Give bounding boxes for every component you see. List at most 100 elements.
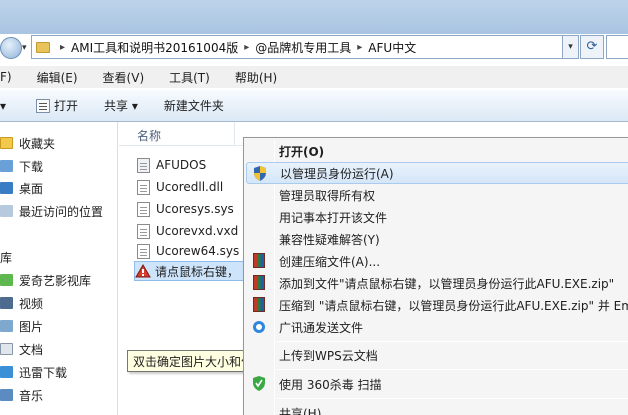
nav-item-documents[interactable]: 文档 <box>0 340 43 358</box>
breadcrumb-chevron-icon[interactable]: ▸ <box>60 42 65 53</box>
address-bar[interactable]: ▸ AMI工具和说明书20161004版 ▸ @品牌机专用工具 ▸ AFU中文 <box>31 35 563 59</box>
menu-item-run-as-admin[interactable]: 以管理员身份运行(A) <box>246 162 628 184</box>
nav-item-downloads[interactable]: 下载 <box>0 157 43 175</box>
breadcrumb-item[interactable]: @品牌机专用工具 <box>255 39 351 56</box>
context-menu: 打开(O) 以管理员身份运行(A) 管理员取得所有权 用记事本打开该文件 兼容性… <box>243 137 628 415</box>
menu-item-take-ownership[interactable]: 管理员取得所有权 <box>246 184 628 206</box>
recent-places-icon <box>0 205 13 217</box>
menu-item-label: 用记事本打开该文件 <box>279 210 388 225</box>
nav-library-header[interactable]: 库 <box>0 248 12 266</box>
column-divider[interactable] <box>234 122 235 146</box>
file-name: Ucorew64.sys <box>156 244 240 258</box>
documents-icon <box>0 343 13 355</box>
menu-item-send-file[interactable]: 广讯通发送文件 <box>246 316 628 338</box>
nav-item-recent[interactable]: 最近访问的位置 <box>0 202 103 220</box>
menu-bar: F) 编辑(E) 查看(V) 工具(T) 帮助(H) <box>0 66 628 88</box>
menu-view[interactable]: 查看(V) <box>103 69 145 86</box>
file-row-selected[interactable]: 请点鼠标右键， <box>134 261 245 281</box>
music-icon <box>0 389 13 401</box>
nav-label: 图片 <box>19 319 44 334</box>
nav-label: 文档 <box>19 342 44 357</box>
menu-item-compress-email[interactable]: 压缩到 "请点鼠标右键，以管理员身份运行此AFU.EXE.zip" 并 Ema <box>246 294 628 316</box>
breadcrumb-chevron-icon[interactable]: ▸ <box>357 42 362 53</box>
file-row[interactable]: Ucorew64.sys <box>137 241 239 261</box>
document-icon <box>137 223 150 239</box>
menu-item-create-archive[interactable]: 创建压缩文件(A)... <box>246 250 628 272</box>
menu-item-label: 使用 360杀毒 扫描 <box>279 377 382 392</box>
menu-item-label: 压缩到 "请点鼠标右键，以管理员身份运行此AFU.EXE.zip" 并 Ema <box>279 298 628 313</box>
nav-item-xunlei[interactable]: 迅雷下载 <box>0 363 67 381</box>
file-row[interactable]: Ucorevxd.vxd <box>137 221 238 241</box>
menu-help[interactable]: 帮助(H) <box>235 69 277 86</box>
nav-item-videos[interactable]: 视频 <box>0 294 43 312</box>
history-dropdown-icon[interactable]: ▾ <box>22 43 27 53</box>
menu-item-label: 广讯通发送文件 <box>279 320 364 335</box>
video-icon <box>0 297 13 309</box>
winrar-icon <box>253 297 265 312</box>
nav-label: 最近访问的位置 <box>19 204 104 219</box>
xunlei-download-icon <box>0 366 13 378</box>
nav-item-pictures[interactable]: 图片 <box>0 317 43 335</box>
iqiyi-library-icon <box>0 274 13 286</box>
menu-item-add-to-zip[interactable]: 添加到文件"请点鼠标右键，以管理员身份运行此AFU.EXE.zip" <box>246 272 628 294</box>
nav-label: 收藏夹 <box>19 136 56 151</box>
nav-item-iqiyi[interactable]: 爱奇艺影视库 <box>0 271 91 289</box>
breadcrumb-chevron-icon[interactable]: ▸ <box>244 42 249 53</box>
nav-item-desktop[interactable]: 桌面 <box>0 179 43 197</box>
document-icon <box>36 98 51 113</box>
pictures-icon <box>0 320 13 332</box>
menu-item-360-scan[interactable]: 使用 360杀毒 扫描 <box>246 373 628 395</box>
exe-icon <box>137 157 150 173</box>
desktop-icon <box>0 182 13 194</box>
nav-label: 音乐 <box>19 388 44 403</box>
command-bar: ▾ 打开 共享 ▾ 新建文件夹 <box>0 90 628 122</box>
file-name: Ucoredll.dll <box>156 180 224 194</box>
nav-favorites-header[interactable]: 收藏夹 <box>0 134 55 152</box>
file-row[interactable]: AFUDOS <box>137 155 206 175</box>
menu-item-wps-upload[interactable]: 上传到WPS云文档 <box>246 344 628 366</box>
refresh-icon[interactable]: ⟳ <box>580 35 604 59</box>
antivirus-shield-icon <box>253 376 265 391</box>
menu-item-label: 创建压缩文件(A)... <box>279 254 381 269</box>
organize-button[interactable]: ▾ <box>0 99 6 113</box>
address-dropdown-icon[interactable]: ▾ <box>563 35 579 59</box>
file-name: AFUDOS <box>156 158 207 172</box>
winrar-icon <box>253 253 265 268</box>
nav-label: 迅雷下载 <box>19 365 68 380</box>
file-row[interactable]: Ucoresys.sys <box>137 199 234 219</box>
share-button[interactable]: 共享 ▾ <box>104 97 138 114</box>
menu-edit[interactable]: 编辑(E) <box>37 69 78 86</box>
nav-label: 库 <box>0 250 13 265</box>
menu-item-share[interactable]: 共享(H) <box>246 402 628 415</box>
menu-item-label: 管理员取得所有权 <box>279 188 376 203</box>
menu-item-label: 添加到文件"请点鼠标右键，以管理员身份运行此AFU.EXE.zip" <box>279 276 615 291</box>
file-row[interactable]: Ucoredll.dll <box>137 177 223 197</box>
menu-tools[interactable]: 工具(T) <box>169 69 210 86</box>
navigation-pane: 收藏夹 下载 桌面 最近访问的位置 库 爱奇艺影视库 视频 图片 文档 迅雷下载… <box>0 122 118 415</box>
menu-separator <box>277 398 628 399</box>
share-label: 共享 ▾ <box>104 99 138 113</box>
uac-shield-icon <box>254 166 266 181</box>
menu-item-troubleshoot[interactable]: 兼容性疑难解答(Y) <box>246 228 628 250</box>
menu-separator <box>277 341 628 342</box>
document-icon <box>137 179 150 195</box>
winrar-icon <box>253 275 265 290</box>
menu-file[interactable]: F) <box>0 70 12 84</box>
nav-item-music[interactable]: 音乐 <box>0 386 43 404</box>
nav-label: 视频 <box>19 296 44 311</box>
window-title-bar <box>0 0 628 34</box>
menu-item-open-notepad[interactable]: 用记事本打开该文件 <box>246 206 628 228</box>
organize-chevron: ▾ <box>0 98 7 113</box>
breadcrumb-item[interactable]: AFU中文 <box>368 39 416 56</box>
back-button[interactable] <box>0 37 22 59</box>
new-folder-button[interactable]: 新建文件夹 <box>164 97 224 114</box>
open-button[interactable]: 打开 <box>36 97 78 114</box>
menu-item-open[interactable]: 打开(O) <box>246 140 628 162</box>
search-input[interactable] <box>606 35 628 59</box>
breadcrumb-item[interactable]: AMI工具和说明书20161004版 <box>71 39 238 56</box>
nav-label: 下载 <box>19 159 44 174</box>
file-name: 请点鼠标右键， <box>155 264 240 279</box>
new-folder-label: 新建文件夹 <box>163 99 224 113</box>
download-folder-icon <box>0 160 13 172</box>
column-name-header[interactable]: 名称 <box>137 127 161 144</box>
